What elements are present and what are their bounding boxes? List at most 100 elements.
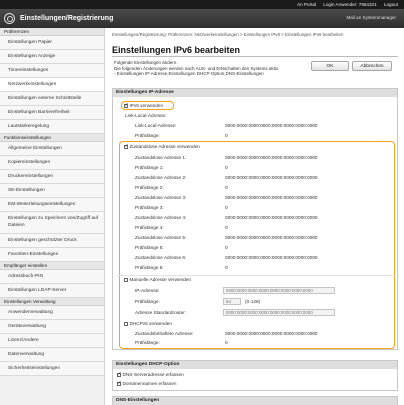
- manual-address-checkbox[interactable]: Manuelle Adresse verwenden: [124, 277, 191, 282]
- sidebar-item[interactable]: Einstellungen Barrierefreiheit: [0, 106, 104, 120]
- top-bar: An Portal Login Anwender: 7654321 Logout: [0, 0, 404, 9]
- sidebar-section-heading: Einstellungen Verwaltung: [0, 298, 104, 306]
- title-divider: [112, 56, 398, 57]
- checkbox-icon[interactable]: [117, 371, 122, 377]
- page-title: Einstellungen IPv6 bearbeiten: [112, 45, 241, 55]
- stateless-prefix-value: 0: [225, 205, 228, 210]
- sidebar-item[interactable]: Favoriten-Einstellungen: [0, 248, 104, 262]
- manual-prefix-label: Präfixlänge:: [135, 299, 160, 304]
- intro-line: - Einstellungen IP-Adresse,Einstellungen…: [114, 71, 264, 77]
- manual-ip-input[interactable]: 0000:0000:0000:0000:0000:0000:0000:0000: [223, 287, 335, 294]
- stateless-prefix-value: 0: [225, 165, 228, 170]
- sidebar-item[interactable]: Einstellungen Anzeige: [0, 50, 104, 64]
- sidebar-item[interactable]: Anwenderverwaltung: [0, 306, 104, 320]
- sidebar-item[interactable]: Einstellungen LDAP-Server: [0, 284, 104, 298]
- sidebar-item[interactable]: Datenverwaltung: [0, 348, 104, 362]
- app-header: Einstellungen/Registrierung Mail an Syst…: [0, 9, 404, 28]
- sidebar-item[interactable]: Adressbuch-PIN: [0, 270, 104, 284]
- mail-admin-link[interactable]: Mail an Systemmanager: [346, 15, 396, 20]
- gateway-label: Adresse Standardrouter:: [135, 310, 187, 315]
- sidebar-item[interactable]: Einstellungen geschützter Druck: [0, 234, 104, 248]
- stateless-address-value: 0000:0000:0000:0000:0000:0000:0000:0000: [225, 155, 318, 160]
- stateless-prefix-label: Präfixlänge 5:: [135, 245, 164, 250]
- use-ipv6-checkbox[interactable]: IPv6 verwenden: [124, 102, 163, 108]
- sidebar-item[interactable]: Lautstärkeregelung: [0, 120, 104, 134]
- stateless-prefix-label: Präfixlänge 6:: [135, 265, 164, 270]
- stateless-prefix-label: Präfixlänge 2:: [135, 185, 164, 190]
- checkbox-icon[interactable]: [124, 143, 129, 149]
- stateful-address-value: 0000:0000:0000:0000:0000:0000:0000:0000: [225, 331, 318, 336]
- dns-panel: DNS-Einstellungen: [112, 396, 398, 405]
- stateless-address-label: Zustandslose Adresse 1:: [135, 155, 187, 160]
- top-links: An Portal Login Anwender: 7654321 Logout: [291, 2, 398, 7]
- link-local-heading: Link-Local-Adresse:: [125, 113, 167, 118]
- sidebar-item[interactable]: Einstellungen Papier: [0, 36, 104, 50]
- stateful-prefix-value: 0: [225, 340, 228, 345]
- sidebar-item[interactable]: Timereinstellungen: [0, 64, 104, 78]
- sidebar-item[interactable]: EM-Weiterleitungseinstellungen: [0, 198, 104, 212]
- intro-text: Folgende Einstellungen ändern. Die folge…: [114, 60, 284, 77]
- ok-button[interactable]: OK: [311, 61, 349, 71]
- sidebar-section-heading: Empfänger einstellen: [0, 262, 104, 270]
- stateful-address-label: Zustandsbehaftete Adresse:: [135, 331, 194, 336]
- sidebar-item[interactable]: Einstellungen zu Speichern von/Zugriff a…: [0, 212, 104, 234]
- sidebar-item[interactable]: Kopiereinstellungen: [0, 156, 104, 170]
- logout-link[interactable]: Logout: [384, 2, 398, 7]
- stateless-address-label: Zustandslose Adresse 2:: [135, 175, 187, 180]
- link-local-prefix-value: 0: [225, 133, 228, 138]
- link-local-address-label: Link-Local-Adresse:: [135, 123, 177, 128]
- sidebar-item[interactable]: SE-Einstellungen: [0, 184, 104, 198]
- dns-server-checkbox[interactable]: DNS-Serveradresse erfassen: [117, 371, 184, 377]
- dhcp-option-heading: Einstellungen DHCP-Option: [113, 361, 397, 369]
- stateless-prefix-label: Präfixlänge 4:: [135, 225, 164, 230]
- stateless-prefix-label: Präfixlänge 3:: [135, 205, 164, 210]
- settings-logo-icon: [4, 13, 15, 24]
- sidebar: Präferenzen Einstellungen Papier Einstellu…: [0, 28, 105, 405]
- login-user-label: Login Anwender: 7654321: [323, 2, 377, 7]
- prefix-range-hint: (0-128): [245, 299, 261, 304]
- cancel-button[interactable]: Abbrechen: [352, 61, 392, 71]
- sidebar-item[interactable]: Allgemeine Einstellungen: [0, 142, 104, 156]
- checkbox-icon[interactable]: [124, 321, 128, 326]
- stateless-prefix-value: 0: [225, 185, 228, 190]
- portal-link[interactable]: An Portal: [297, 2, 316, 7]
- gateway-input[interactable]: 0000:0000:0000:0000:0000:0000:0000:0000: [223, 309, 335, 316]
- link-local-prefix-label: Präfixlänge:: [135, 133, 160, 138]
- manual-prefix-input[interactable]: 64: [223, 298, 241, 305]
- stateless-address-value: 0000:0000:0000:0000:0000:0000:0000:0000: [225, 255, 318, 260]
- app-title: Einstellungen/Registrierung: [20, 15, 114, 22]
- stateless-address-checkbox[interactable]: Zustandslose Adresse verwenden: [124, 143, 200, 149]
- stateful-prefix-label: Präfixlänge:: [135, 340, 160, 345]
- breadcrumb: Einstellungen/Registrierung: Präferenzen…: [112, 32, 344, 37]
- sidebar-section-heading: Präferenzen: [0, 28, 104, 36]
- sidebar-item[interactable]: Einstellungen externe Schnittstelle: [0, 92, 104, 106]
- ip-address-panel: Einstellungen IP-Adresse IPv6 verwenden …: [112, 88, 398, 350]
- stateless-prefix-value: 0: [225, 245, 228, 250]
- stateless-address-label: Zustandslose Adresse 3:: [135, 195, 187, 200]
- sidebar-section-heading: Funktionseinstellungen: [0, 134, 104, 142]
- sidebar-item[interactable]: Netzwerkeinstellungen: [0, 78, 104, 92]
- sidebar-item[interactable]: Sicherheitseinstellungen: [0, 362, 104, 376]
- checkbox-icon[interactable]: [124, 102, 129, 108]
- stateless-address-label: Zustandslose Adresse 5:: [135, 235, 187, 240]
- divider: [117, 275, 395, 276]
- sidebar-item[interactable]: Druckereinstellungen: [0, 170, 104, 184]
- checkbox-icon[interactable]: [124, 277, 128, 282]
- dhcp-option-panel: Einstellungen DHCP-Option DNS-Serveradre…: [112, 360, 398, 391]
- stateless-address-value: 0000:0000:0000:0000:0000:0000:0000:0000: [225, 195, 318, 200]
- sidebar-item[interactable]: Lizenz/Andere: [0, 334, 104, 348]
- stateless-address-value: 0000:0000:0000:0000:0000:0000:0000:0000: [225, 235, 318, 240]
- link-local-address-value: 0000:0000:0000:0000:0000:0000:0000:0000: [225, 123, 318, 128]
- dhcpv6-checkbox[interactable]: DHCPv6 verwenden: [124, 321, 172, 326]
- checkbox-icon[interactable]: [117, 380, 122, 386]
- stateless-prefix-label: Präfixlänge 1:: [135, 165, 164, 170]
- ip-address-heading: Einstellungen IP-Adresse: [113, 89, 397, 97]
- stateless-address-label: Zustandslose Adresse 4:: [135, 215, 187, 220]
- manual-ip-label: IP-Adresse:: [135, 288, 160, 293]
- dns-heading: DNS-Einstellungen: [113, 397, 397, 405]
- domain-name-checkbox[interactable]: Domänennamen erfassen: [117, 380, 176, 386]
- stateless-address-value: 0000:0000:0000:0000:0000:0000:0000:0000: [225, 215, 318, 220]
- sidebar-item[interactable]: Geräteverwaltung: [0, 320, 104, 334]
- main-content: Einstellungen/Registrierung: Präferenzen…: [106, 28, 404, 405]
- stateless-address-label: Zustandslose Adresse 6:: [135, 255, 187, 260]
